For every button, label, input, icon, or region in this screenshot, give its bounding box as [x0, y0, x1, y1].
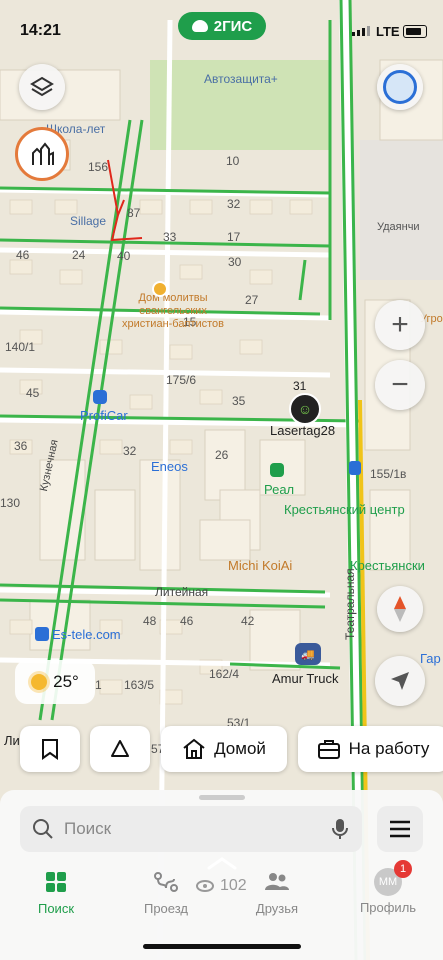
routes-chip-button[interactable] [90, 726, 150, 772]
truck-pin-icon[interactable]: 🚚 [295, 643, 321, 665]
house-number: 48 [143, 614, 157, 628]
church-pin-icon[interactable] [152, 281, 168, 297]
house-number: 87 [127, 206, 141, 220]
poi-label[interactable]: Eneos [151, 459, 188, 474]
sheet-handle[interactable] [198, 795, 245, 800]
street-label: Театральная [343, 568, 357, 640]
triangle-icon [111, 740, 129, 757]
notification-badge: 1 [394, 860, 412, 878]
car-service-pin-icon[interactable] [93, 390, 107, 404]
search-input[interactable]: Поиск [20, 806, 362, 852]
house-number: 33 [163, 230, 177, 244]
battery-icon [403, 25, 427, 38]
compass-icon [394, 596, 406, 622]
my-location-button[interactable] [375, 656, 425, 706]
friends-icon [265, 873, 289, 890]
layers-icon [30, 76, 54, 97]
weather-widget[interactable]: 25° [15, 660, 95, 704]
zoom-in-button[interactable]: + [375, 300, 425, 350]
tab-route[interactable]: Проезд [126, 870, 206, 916]
tab-search[interactable]: Поиск [16, 870, 96, 916]
app-logo: 2ГИС [178, 12, 266, 40]
compass-button[interactable] [377, 586, 423, 632]
house-number: 1 [95, 678, 102, 692]
city-guide-button[interactable] [15, 127, 69, 181]
microphone-icon[interactable] [332, 817, 348, 841]
bookmark-icon [42, 739, 58, 760]
profile-icon: MM 1 [374, 860, 412, 896]
tab-profile[interactable]: MM 1 Профиль [348, 860, 428, 915]
house-number: 46 [16, 248, 30, 262]
poi-label[interactable]: Крестьянский центр [284, 502, 405, 517]
house-number: 32 [123, 444, 137, 458]
route-icon [154, 872, 178, 892]
home-chip-button[interactable]: Домой [161, 726, 287, 772]
search-icon [33, 819, 53, 839]
house-number: 10 [226, 154, 240, 168]
poi-label[interactable]: ProfiCar [80, 408, 128, 423]
avatar-ring-icon [383, 70, 417, 104]
home-indicator [143, 944, 301, 949]
status-bar: 14:21 2ГИС LTE [0, 0, 443, 62]
grid-icon [46, 872, 66, 892]
house-number: 162/4 [209, 667, 240, 681]
house-number: 140/1 [5, 340, 36, 354]
network-type: LTE [376, 24, 400, 39]
chevron-up-icon[interactable] [206, 856, 238, 870]
house-number: 35 [232, 394, 246, 408]
house-number: 17 [227, 230, 241, 244]
signal-icon [352, 26, 370, 36]
location-arrow-icon [391, 672, 409, 690]
poi-label[interactable]: Крестьянски [350, 558, 425, 573]
house-number: 27 [245, 293, 259, 307]
house-number: 130 [0, 496, 21, 510]
profile-avatar-button[interactable] [377, 64, 423, 110]
house-number: 32 [227, 197, 241, 211]
house-number: 155/1в [370, 467, 407, 481]
zoom-out-button[interactable]: − [375, 360, 425, 410]
lasertag-pin-icon[interactable]: ☺ [289, 393, 321, 425]
work-chip-button[interactable]: На работу [298, 726, 443, 772]
plus-icon: + [391, 308, 409, 341]
house-number: 163/5 [124, 678, 155, 692]
minus-icon: − [391, 368, 409, 401]
home-icon [183, 738, 205, 759]
poi-label[interactable]: Es-tele.com [52, 627, 121, 642]
poi-label: Sillage [70, 214, 107, 228]
bookmarks-button[interactable] [20, 726, 80, 772]
house-number: 175/6 [166, 373, 197, 387]
church-label: Дом молитвы евангельских христиан-баптис… [122, 292, 224, 330]
poi-label[interactable]: Гар В [420, 651, 443, 666]
poi-label[interactable]: Ли [4, 733, 20, 748]
church-icon [32, 142, 54, 165]
poi-label[interactable]: Michi KoiAi [228, 558, 292, 573]
poi-label[interactable]: Amur Truck [272, 671, 338, 686]
house-number: 26 [215, 448, 229, 462]
tab-friends[interactable]: Друзья [237, 870, 317, 916]
hamburger-icon [390, 820, 410, 838]
bus-stop-icon[interactable] [349, 461, 361, 475]
house-number: 45 [26, 386, 40, 400]
poi-label[interactable]: Lasertag28 [270, 423, 335, 438]
poi-label[interactable]: Реал [264, 482, 294, 497]
menu-button[interactable] [377, 806, 423, 852]
poi-label: Автозащита+ [204, 72, 278, 86]
briefcase-icon [317, 740, 340, 759]
bird-icon [191, 20, 208, 32]
house-number: 156 [88, 160, 109, 174]
street-label: Литейная [155, 585, 209, 599]
status-time: 14:21 [20, 22, 61, 39]
house-number: 36 [14, 439, 28, 453]
house-number: 24 [72, 248, 86, 262]
sun-icon [31, 674, 48, 690]
shop-pin-icon[interactable] [270, 463, 284, 477]
house-number: 40 [117, 249, 131, 263]
house-number: 42 [241, 614, 255, 628]
house-number: 31 [293, 379, 307, 393]
house-number: 30 [228, 255, 242, 269]
house-number: 46 [180, 614, 194, 628]
poi-label: Удаянчи [377, 221, 420, 233]
layers-button[interactable] [19, 64, 65, 110]
store-pin-icon[interactable] [35, 627, 49, 641]
